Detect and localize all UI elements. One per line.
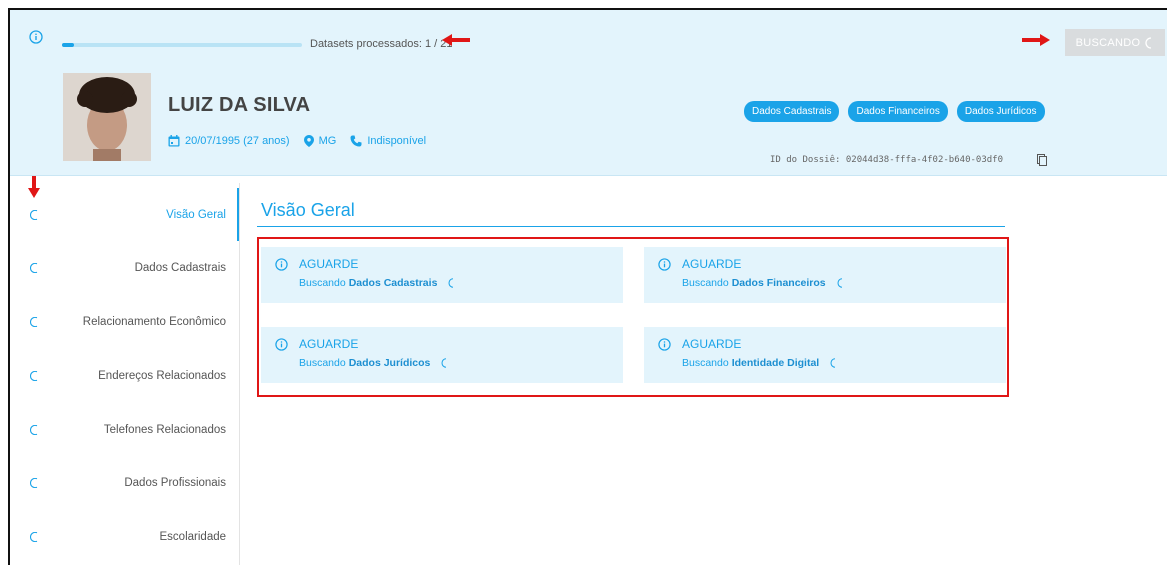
- loading-spinner-icon: [837, 278, 842, 288]
- progress-fill: [62, 43, 74, 47]
- card-subtitle: Buscando Dados Cadastrais: [299, 277, 455, 289]
- phone-icon: [350, 135, 362, 147]
- loading-spinner-icon: [30, 370, 38, 381]
- card-subtitle: Buscando Dados Jurídicos: [299, 357, 448, 369]
- sidebar-item-label: Relacionamento Econômico: [82, 315, 226, 328]
- loading-spinner-icon: [830, 358, 836, 368]
- phone-text: Indisponível: [367, 135, 427, 147]
- person-name: LUIZ DA SILVA: [168, 94, 311, 116]
- datasets-progress-text: Datasets processados: 1 / 21: [310, 38, 453, 50]
- sidebar-item-label: Endereços Relacionados: [98, 369, 226, 382]
- dossier-header: Datasets processados: 1 / 21 LUIZ DA SIL…: [10, 10, 1167, 176]
- sidebar-item-label: Dados Profissionais: [124, 476, 226, 489]
- card-title: AGUARDE: [299, 257, 359, 271]
- loading-spinner-icon: [30, 531, 38, 542]
- sidebar-item-visao-geral[interactable]: Visão Geral: [10, 188, 238, 241]
- pill-dados-cadastrais[interactable]: Dados Cadastrais: [744, 101, 840, 122]
- buscando-button[interactable]: BUSCANDO: [1065, 29, 1165, 56]
- dataset-pills: Dados Cadastrais Dados Financeiros Dados…: [744, 101, 1045, 122]
- person-meta: 20/07/1995 (27 anos) MG Indisponível: [168, 135, 440, 147]
- sidebar-item-label: Visão Geral: [166, 208, 226, 221]
- annotation-arrow-left-icon: [442, 34, 470, 46]
- loading-spinner-icon: [441, 358, 447, 368]
- card-subtitle: Buscando Identidade Digital: [682, 357, 837, 369]
- card-subtitle: Buscando Dados Financeiros: [682, 277, 844, 289]
- copy-icon[interactable]: [1037, 154, 1047, 166]
- sidebar-divider: [239, 183, 240, 565]
- card-prefix: Buscando: [682, 277, 729, 289]
- card-subject: Identidade Digital: [731, 357, 820, 369]
- status-card-dados-juridicos: AGUARDE Buscando Dados Jurídicos: [261, 327, 623, 383]
- phone: Indisponível: [350, 135, 426, 147]
- card-subject: Dados Financeiros: [731, 277, 826, 289]
- sidebar-item-dados-cadastrais[interactable]: Dados Cadastrais: [10, 241, 238, 294]
- annotation-arrow-right-icon: [1022, 34, 1050, 46]
- loading-spinner-icon: [30, 262, 38, 273]
- info-icon: [275, 338, 288, 351]
- sidebar-item-enderecos-relacionados[interactable]: Endereços Relacionados: [10, 349, 238, 402]
- sidebar-item-relacionamento-economico[interactable]: Relacionamento Econômico: [10, 295, 238, 348]
- loading-spinner-icon: [30, 424, 38, 435]
- card-prefix: Buscando: [299, 357, 346, 369]
- info-icon: [658, 258, 671, 271]
- birth-date-text: 20/07/1995 (27 anos): [185, 135, 290, 147]
- card-prefix: Buscando: [682, 357, 729, 369]
- pill-dados-financeiros[interactable]: Dados Financeiros: [848, 101, 948, 122]
- info-icon[interactable]: [29, 30, 43, 44]
- info-icon: [275, 258, 288, 271]
- location: MG: [303, 135, 337, 147]
- birth-date: 20/07/1995 (27 anos): [168, 135, 290, 147]
- buscando-label: BUSCANDO: [1075, 36, 1141, 49]
- sidebar-item-label: Telefones Relacionados: [103, 423, 226, 436]
- spinner-icon: [1145, 36, 1152, 49]
- info-icon: [658, 338, 671, 351]
- card-title: AGUARDE: [299, 337, 359, 351]
- pill-dados-juridicos[interactable]: Dados Jurídicos: [956, 101, 1045, 122]
- calendar-icon: [168, 135, 180, 147]
- loading-spinner-icon: [30, 209, 38, 220]
- location-pin-icon: [303, 135, 314, 147]
- loading-spinner-icon: [30, 477, 38, 488]
- dossie-id: ID do Dossiê: 02044d38-fffa-4f02-b640-03…: [770, 155, 1003, 165]
- section-title: Visão Geral: [261, 200, 355, 220]
- loading-spinner-icon: [30, 316, 38, 327]
- loading-spinner-icon: [448, 278, 454, 288]
- card-title: AGUARDE: [682, 257, 742, 271]
- status-card-dados-financeiros: AGUARDE Buscando Dados Financeiros: [644, 247, 1006, 303]
- state-text: MG: [318, 135, 337, 147]
- sidebar-item-dados-profissionais[interactable]: Dados Profissionais: [10, 456, 238, 509]
- section-title-underline: [257, 226, 1005, 227]
- sidebar-item-label: Escolaridade: [159, 530, 226, 543]
- card-subject: Dados Jurídicos: [348, 357, 431, 369]
- status-card-dados-cadastrais: AGUARDE Buscando Dados Cadastrais: [261, 247, 623, 303]
- card-prefix: Buscando: [299, 277, 346, 289]
- sidebar-item-label: Dados Cadastrais: [134, 261, 226, 274]
- sidebar-item-escolaridade[interactable]: Escolaridade: [10, 510, 238, 563]
- sidebar-item-telefones-relacionados[interactable]: Telefones Relacionados: [10, 403, 238, 456]
- card-subject: Dados Cadastrais: [348, 277, 438, 289]
- datasets-progress-bar: [62, 43, 302, 47]
- avatar: [63, 73, 151, 161]
- card-title: AGUARDE: [682, 337, 742, 351]
- avatar-photo-icon: [63, 73, 151, 161]
- status-card-identidade-digital: AGUARDE Buscando Identidade Digital: [644, 327, 1006, 383]
